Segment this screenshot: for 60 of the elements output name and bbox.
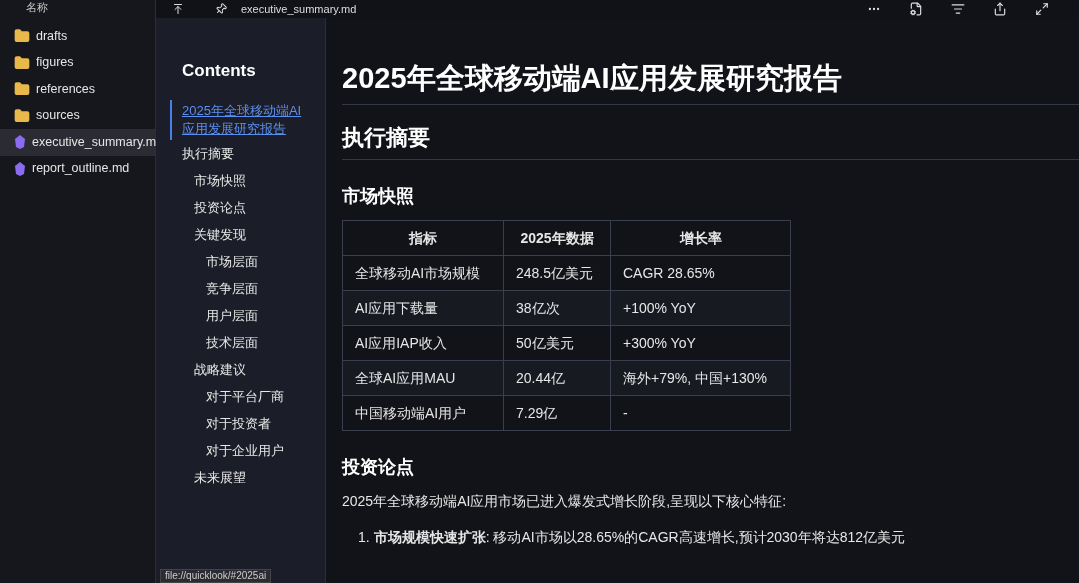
file-item[interactable]: drafts — [0, 23, 155, 50]
list-item-text: 市场规模快速扩张: 移动AI市场以28.65%的CAGR高速增长,预计2030年将达812亿美元 — [373, 528, 906, 547]
table-cell: AI应用下载量 — [342, 290, 504, 326]
list-number: 1. — [358, 528, 370, 547]
column-header: 2025年数据 — [503, 220, 611, 256]
folder-icon — [14, 107, 30, 124]
toc-link[interactable]: 市场快照 — [194, 171, 325, 189]
toc-link[interactable]: 对于企业用户 — [206, 441, 325, 459]
file-item[interactable]: sources — [0, 102, 155, 129]
table-cell: 7.29亿 — [503, 395, 611, 431]
paragraph: 2025年全球移动端AI应用市场已进入爆发式增长阶段,呈现以下核心特征: — [342, 492, 788, 511]
toc-link[interactable]: 战略建议 — [194, 360, 325, 378]
folder-icon — [14, 28, 30, 45]
toc-link[interactable]: 2025年全球移动端AI应用发展研究报告 — [182, 101, 307, 138]
toc-link[interactable]: 用户层面 — [206, 306, 325, 324]
gem-file-icon — [14, 161, 26, 176]
table-cell: AI应用IAP收入 — [342, 325, 504, 361]
table-cell: 20.44亿 — [503, 360, 611, 396]
subsection-heading: 市场快照 — [342, 185, 415, 208]
table-cell: 中国移动端AI用户 — [342, 395, 504, 431]
table-cell: - — [610, 395, 791, 431]
table-cell: 全球AI应用MAU — [342, 360, 504, 396]
file-item[interactable]: references — [0, 76, 155, 103]
share-icon[interactable] — [993, 2, 1007, 16]
table-cell: +100% YoY — [610, 290, 791, 326]
toc-link[interactable]: 对于投资者 — [206, 414, 325, 432]
list-icon[interactable] — [951, 2, 965, 16]
section-heading: 执行摘要 — [342, 123, 1079, 160]
file-item[interactable]: report_outline.md — [0, 155, 155, 182]
document-title: 2025年全球移动端AI应用发展研究报告 — [342, 60, 1079, 105]
table-cell: 38亿次 — [503, 290, 611, 326]
subsection-heading: 投资论点 — [342, 456, 415, 479]
toc-link[interactable]: 未来展望 — [194, 468, 325, 486]
column-header: 增长率 — [610, 220, 791, 256]
toc-link[interactable]: 执行摘要 — [182, 144, 325, 162]
file-item[interactable]: executive_summary.m — [0, 129, 155, 156]
toc-link[interactable]: 竞争层面 — [206, 279, 325, 297]
toc-link[interactable]: 技术层面 — [206, 333, 325, 351]
file-item[interactable]: figures — [0, 49, 155, 76]
toc-link[interactable]: 对于平台厂商 — [206, 387, 325, 405]
folder-icon — [14, 54, 30, 71]
folder-icon — [14, 81, 30, 98]
link-tooltip: file://quicklook/#2025ai — [160, 569, 272, 583]
arrow-up-icon[interactable] — [172, 3, 184, 15]
column-header: 名称 — [25, 0, 49, 15]
expand-icon[interactable] — [1035, 2, 1049, 16]
column-header: 指标 — [342, 220, 504, 256]
table-cell: 海外+79%, 中国+130% — [610, 360, 791, 396]
table-cell: 50亿美元 — [503, 325, 611, 361]
toc-title: Contents — [181, 60, 257, 82]
toc-link[interactable]: 关键发现 — [194, 225, 325, 243]
table-cell: 248.5亿美元 — [503, 255, 611, 291]
table-cell: 全球移动AI市场规模 — [342, 255, 504, 291]
table-cell: CAGR 28.65% — [610, 255, 791, 291]
table-cell: +300% YoY — [610, 325, 791, 361]
file-settings-icon[interactable] — [909, 2, 923, 16]
file-name: executive_summary.md — [241, 1, 357, 17]
toc-link[interactable]: 投资论点 — [194, 198, 325, 216]
toc-link[interactable]: 市场层面 — [206, 252, 325, 270]
gem-file-icon — [14, 135, 26, 150]
